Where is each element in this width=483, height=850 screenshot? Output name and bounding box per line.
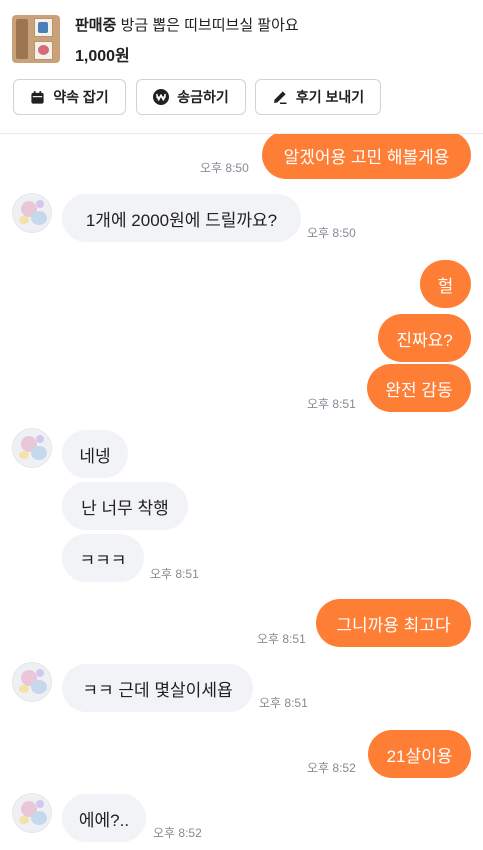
message-time: 오후 8:51 [257,632,306,646]
their-message-bubble[interactable]: 에에?.. [62,794,146,842]
my-message-bubble[interactable]: 알겠어용 고민 해볼게용 [262,134,471,179]
send-money-button[interactable]: 송금하기 [136,79,246,115]
their-message-bubble[interactable]: 1개에 2000원에 드릴까요? [62,194,301,242]
product-title-line[interactable]: 판매중 방금 뽑은 띠브띠브실 팔아요 [75,14,299,35]
message-time: 오후 8:51 [259,696,308,710]
send-money-label: 송금하기 [177,89,229,105]
thumbnail-sticker [38,45,49,55]
won-coin-icon [153,89,170,105]
message-time: 오후 8:50 [307,226,356,240]
send-review-button[interactable]: 후기 보내기 [255,79,381,115]
calendar-icon [31,90,44,104]
user-avatar[interactable] [12,193,52,233]
chat-header: 판매중 방금 뽑은 띠브띠브실 팔아요 1,000원 약속 잡기 송금하기 후기… [0,0,483,134]
my-message-bubble[interactable]: 21살이용 [368,730,471,778]
my-message-bubble[interactable]: 완전 감동 [367,364,471,412]
product-title: 방금 뽑은 띠브띠브실 팔아요 [120,17,299,34]
user-avatar[interactable] [12,793,52,833]
their-message-bubble[interactable]: 네넹 [62,430,128,478]
pencil-icon [273,91,287,104]
message-time: 오후 8:51 [307,397,356,411]
thumbnail-sticker [38,22,48,33]
product-thumbnail[interactable] [12,15,60,63]
user-avatar[interactable] [12,428,52,468]
chat-message-list[interactable]: 알겠어용 고민 해볼게용 오후 8:50 1개에 2000원에 드릴까요? 오후… [0,134,483,850]
user-avatar[interactable] [12,662,52,702]
my-message-bubble[interactable]: 헐 [420,260,471,308]
appointment-label: 약속 잡기 [53,89,109,105]
thumbnail-strip [16,19,28,59]
my-message-bubble[interactable]: 그니까용 최고다 [316,599,471,647]
my-message-bubble[interactable]: 진짜요? [378,314,471,362]
product-status: 판매중 [75,17,117,34]
product-price: 1,000원 [75,48,130,65]
message-time: 오후 8:51 [150,567,199,581]
their-message-bubble[interactable]: ㅋㅋ 근데 몇살이세욥 [62,664,253,712]
appointment-button[interactable]: 약속 잡기 [13,79,126,115]
their-message-bubble[interactable]: 난 너무 착행 [62,482,188,530]
their-message-bubble[interactable]: ㅋㅋㅋ [62,534,144,582]
message-time: 오후 8:52 [307,761,356,775]
send-review-label: 후기 보내기 [295,89,365,105]
message-time: 오후 8:52 [153,826,202,840]
message-time: 오후 8:50 [200,161,249,175]
